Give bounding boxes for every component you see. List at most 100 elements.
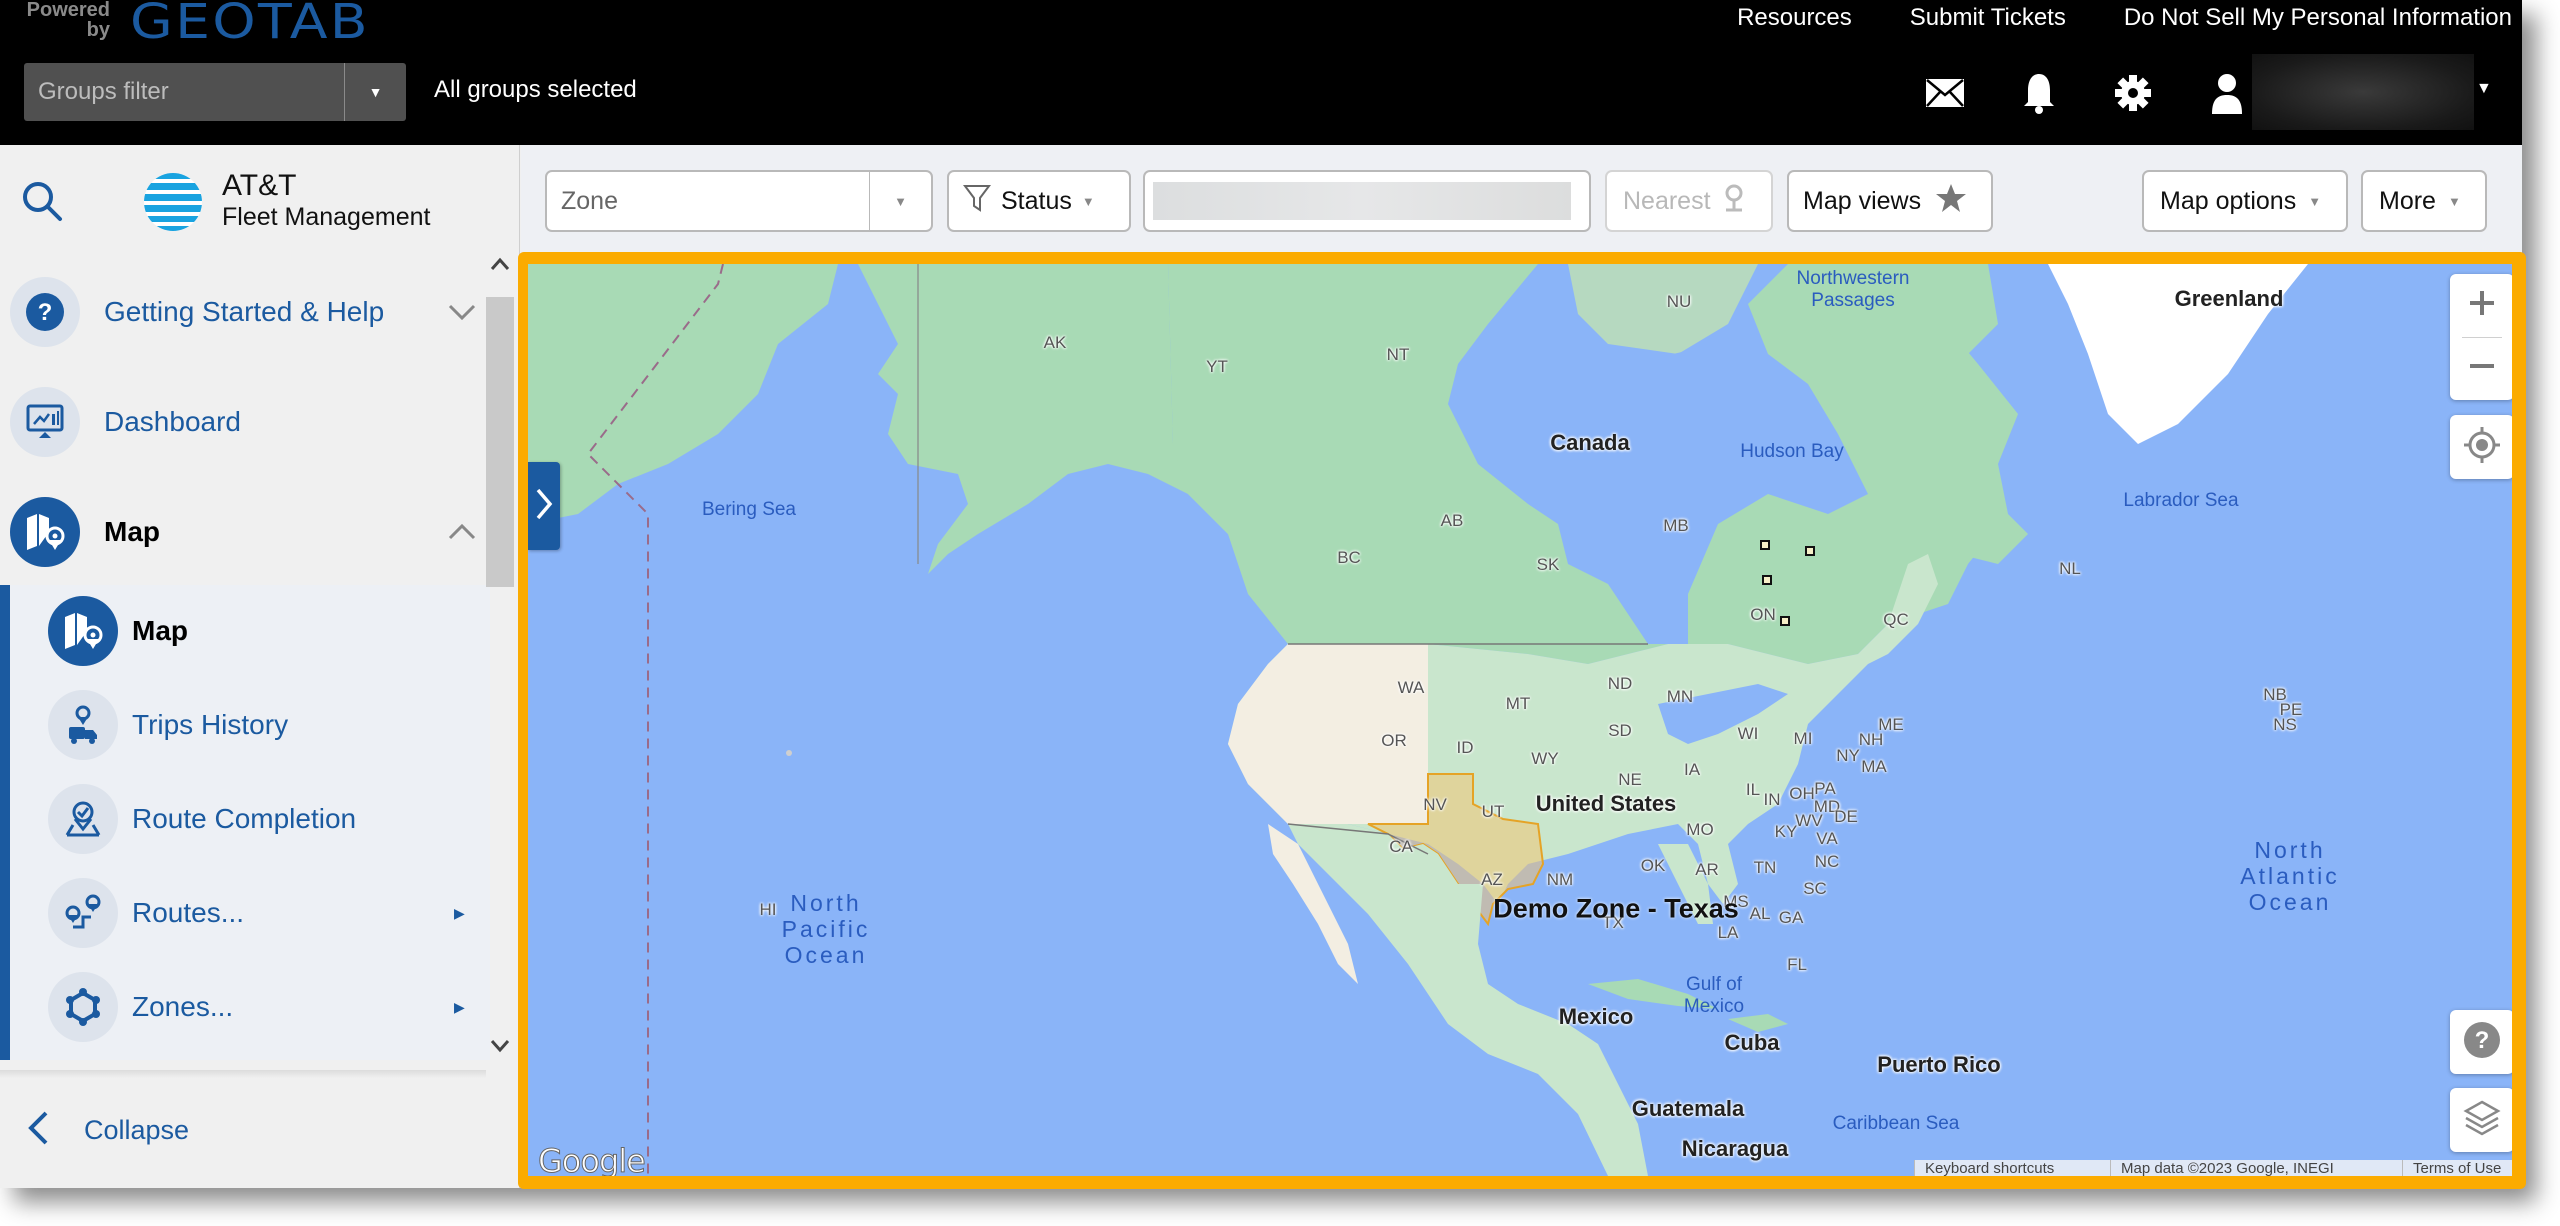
submenu-item-label: Zones... — [132, 991, 234, 1022]
land-usa-west — [1228, 644, 1428, 824]
chevron-left-icon — [26, 1110, 50, 1151]
terms-of-use-link[interactable]: Terms of Use — [2402, 1160, 2512, 1176]
app-window: Powered by GEOTAB Resources Submit Ticke… — [0, 0, 2526, 1189]
expand-panel-button[interactable] — [528, 462, 560, 550]
plus-icon — [2466, 287, 2498, 324]
submenu-item-zones[interactable]: Zones... ▶ — [48, 969, 488, 1045]
caret-down-icon: ▼ — [894, 193, 907, 209]
scroll-up-icon[interactable] — [490, 257, 510, 276]
svg-text:?: ? — [2475, 1027, 2490, 1054]
sidebar-scrollbar[interactable] — [486, 257, 514, 1065]
land-greenland — [2048, 264, 2308, 444]
land-hawaii — [786, 750, 792, 756]
land-cuba — [1588, 979, 1718, 1009]
vehicle-marker[interactable] — [1762, 575, 1772, 585]
submenu-item-routes[interactable]: Routes... ▶ — [48, 875, 488, 951]
vehicle-marker[interactable] — [1760, 540, 1770, 550]
sidebar-item-map[interactable]: Map — [10, 492, 500, 572]
more-label: More — [2379, 186, 2436, 215]
help-icon: ? — [2462, 1020, 2502, 1065]
sidebar: AT&T Fleet Management ? Getting Started … — [0, 145, 520, 1188]
map-attribution: Keyboard shortcuts Map data ©2023 Google… — [1914, 1160, 2512, 1176]
search-field[interactable] — [1143, 170, 1591, 232]
nearest-button[interactable]: Nearest — [1605, 170, 1773, 232]
user-name-redacted[interactable] — [2252, 54, 2474, 130]
my-location-button[interactable] — [2450, 415, 2512, 479]
vehicle-marker[interactable] — [1805, 546, 1815, 556]
groups-filter[interactable]: Groups filter ▼ — [24, 63, 406, 121]
collapse-button[interactable]: Collapse — [26, 1110, 189, 1151]
submenu-item-route-completion[interactable]: Route Completion — [48, 781, 488, 857]
submenu-item-label: Route Completion — [132, 803, 357, 834]
top-header: Powered by GEOTAB Resources Submit Ticke… — [0, 0, 2522, 145]
mail-icon[interactable] — [1920, 68, 1970, 118]
zone-dropdown-button[interactable]: ▼ — [869, 172, 931, 230]
map-layers-button[interactable] — [2450, 1088, 2512, 1152]
map-options-label: Map options — [2160, 186, 2297, 215]
nearest-label: Nearest — [1623, 186, 1711, 215]
zone-input[interactable]: Zone — [547, 187, 869, 216]
caret-down-icon: ▼ — [2308, 193, 2322, 209]
chevron-down-icon[interactable] — [442, 304, 482, 320]
zoom-out-button[interactable] — [2450, 338, 2512, 400]
map-views-button[interactable]: Map views — [1787, 170, 1993, 232]
chevron-right-icon — [535, 487, 553, 526]
scroll-down-icon[interactable] — [490, 1039, 510, 1058]
caret-down-icon: ▼ — [1081, 193, 1095, 209]
geotab-logo: GEOTAB — [130, 0, 370, 50]
crosshair-icon — [2462, 425, 2502, 470]
user-menu-caret-icon[interactable]: ▼ — [2476, 80, 2492, 98]
minus-icon — [2466, 350, 2498, 387]
location-pin-icon — [1723, 183, 1745, 220]
map-data-attribution: Map data ©2023 Google, INEGI — [2110, 1160, 2402, 1176]
zone-select[interactable]: Zone ▼ — [545, 170, 933, 232]
chevron-up-icon[interactable] — [442, 524, 482, 540]
sidebar-item-label: Dashboard — [104, 406, 241, 437]
sidebar-item-getting-started[interactable]: ? Getting Started & Help — [10, 272, 500, 352]
groups-filter-dropdown-button[interactable]: ▼ — [344, 63, 406, 121]
zoom-in-button[interactable] — [2450, 275, 2512, 337]
map-canvas[interactable]: Canada United States Mexico Greenland Cuba Pu… — [528, 264, 2512, 1176]
routes-icon — [48, 878, 118, 948]
submenu-item-trips-history[interactable]: Trips History — [48, 687, 488, 763]
status-filter-button[interactable]: Status ▼ — [947, 170, 1131, 232]
map-icon — [48, 596, 118, 666]
vehicle-marker[interactable] — [1780, 616, 1790, 626]
caret-right-icon: ▶ — [454, 998, 465, 1015]
groups-filter-input[interactable]: Groups filter — [24, 63, 344, 121]
scrollbar-thumb[interactable] — [486, 297, 514, 587]
resources-link[interactable]: Resources — [1737, 4, 1852, 32]
search-icon[interactable] — [18, 177, 66, 225]
svg-text:?: ? — [38, 299, 53, 326]
submenu-item-map[interactable]: Map — [48, 593, 488, 669]
caret-down-icon: ▼ — [2447, 193, 2461, 209]
att-logo-title: AT&T — [222, 169, 297, 202]
map-icon — [10, 497, 80, 567]
submit-tickets-link[interactable]: Submit Tickets — [1910, 4, 2066, 32]
keyboard-shortcuts-link[interactable]: Keyboard shortcuts — [1914, 1160, 2110, 1176]
caret-right-icon: ▶ — [454, 904, 465, 921]
collapse-label: Collapse — [84, 1115, 190, 1145]
do-not-sell-link[interactable]: Do Not Sell My Personal Information — [2124, 4, 2512, 32]
sidebar-item-label: Getting Started & Help — [104, 296, 385, 327]
att-globe-logo — [142, 171, 204, 233]
user-icon[interactable] — [2202, 68, 2252, 118]
status-label: Status — [1001, 186, 1072, 215]
more-button[interactable]: More ▼ — [2361, 170, 2487, 232]
google-logo[interactable]: Google — [538, 1142, 647, 1177]
submenu-item-label: Trips History — [132, 709, 289, 740]
map-base-layer — [528, 264, 2308, 1176]
land-russia — [528, 264, 838, 524]
map-views-label: Map views — [1803, 186, 1922, 215]
map-options-button[interactable]: Map options ▼ — [2142, 170, 2348, 232]
trips-history-icon — [48, 690, 118, 760]
map-help-button[interactable]: ? — [2450, 1010, 2512, 1074]
help-icon: ? — [10, 277, 80, 347]
gear-icon[interactable] — [2108, 68, 2158, 118]
submenu-item-label: Map — [132, 615, 188, 646]
filter-icon — [963, 183, 991, 220]
bell-icon[interactable] — [2014, 68, 2064, 118]
sidebar-item-dashboard[interactable]: Dashboard — [10, 382, 500, 462]
layers-icon — [2462, 1098, 2502, 1143]
powered-by-label: Powered by — [26, 0, 110, 41]
